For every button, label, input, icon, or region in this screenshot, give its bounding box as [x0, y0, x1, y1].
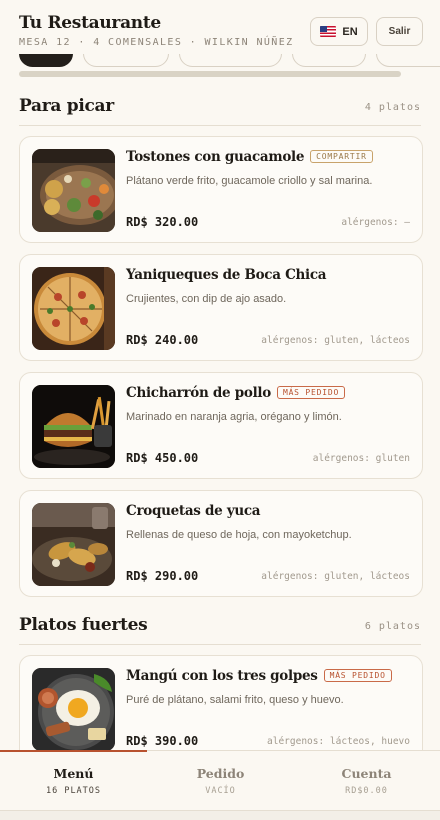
dish-image [32, 503, 115, 586]
dish-description: Crujientes, con dip de ajo asado. [126, 293, 287, 305]
section-header: Platos fuertes 6 platos [19, 615, 421, 645]
dish-image [32, 385, 115, 468]
tab-order[interactable]: Pedido VACÍO [147, 751, 294, 811]
category-pill[interactable] [376, 54, 440, 67]
bottom-safe-area [0, 810, 440, 820]
dish-card[interactable]: Tostones con guacamole COMPARTIR Plátano … [19, 136, 423, 243]
dish-name: Mangú con los tres golpes MÁS PEDIDO [126, 668, 392, 684]
dish-description: Puré de plátano, salami frito, queso y h… [126, 694, 344, 706]
dish-allergens: alérgenos: — [341, 217, 410, 228]
dish-description: Plátano verde frito, guacamole criollo y… [126, 175, 373, 187]
language-button[interactable]: EN [310, 17, 368, 46]
us-flag-icon [320, 26, 337, 37]
tab-menu[interactable]: Menú 16 PLATOS [0, 751, 147, 811]
dish-allergens: alérgenos: gluten [312, 453, 410, 464]
dish-price: RD$ 390.00 [126, 734, 199, 748]
dish-name: Yaniqueques de Boca Chica [126, 267, 327, 283]
tab-label: Pedido [196, 766, 245, 781]
tab-sublabel: VACÍO [205, 786, 236, 796]
dish-image [32, 149, 115, 232]
tab-label: Cuenta [341, 766, 392, 781]
section-header: Para picar 4 platos [19, 96, 421, 126]
section-title: Para picar [19, 96, 114, 116]
tab-label: Menú [53, 766, 94, 781]
dish-price: RD$ 320.00 [126, 215, 199, 229]
dish-description: Rellenas de queso de hoja, con mayoketch… [126, 529, 352, 541]
tab-sublabel: RD$0.00 [345, 786, 388, 796]
logout-button[interactable]: Salir [376, 17, 423, 46]
dish-description: Marinado en naranja agria, orégano y lim… [126, 411, 342, 423]
dish-allergens: alérgenos: gluten, lácteos [261, 571, 410, 582]
category-pills [0, 54, 440, 72]
tab-bill[interactable]: Cuenta RD$0.00 [293, 751, 440, 811]
app-header: Tu Restaurante MESA 12 · 4 COMENSALES · … [0, 0, 440, 62]
category-pill[interactable] [83, 54, 169, 67]
language-label: EN [342, 25, 358, 38]
dish-card[interactable]: Croquetas de yuca Rellenas de queso de h… [19, 490, 423, 597]
dish-allergens: alérgenos: gluten, lácteos [261, 335, 410, 346]
dish-name: Tostones con guacamole COMPARTIR [126, 149, 373, 165]
dish-price: RD$ 290.00 [126, 569, 199, 583]
table-info: MESA 12 · 4 COMENSALES · WILKIN NÚÑEZ [19, 37, 294, 48]
bottom-tab-bar: Menú 16 PLATOS Pedido VACÍO Cuenta RD$0.… [0, 750, 440, 810]
dish-card[interactable]: Mangú con los tres golpes MÁS PEDIDO Puré… [19, 655, 423, 762]
dish-allergens: alérgenos: lácteos, huevo [267, 736, 410, 747]
restaurant-name: Tu Restaurante [19, 13, 161, 33]
category-pill[interactable] [179, 54, 282, 67]
dish-image [32, 668, 115, 751]
dish-name: Croquetas de yuca [126, 503, 261, 519]
category-scrollbar[interactable] [19, 71, 401, 77]
dish-name: Chicharrón de pollo MÁS PEDIDO [126, 385, 346, 401]
popular-badge: MÁS PEDIDO [323, 669, 392, 682]
section-title: Platos fuertes [19, 615, 148, 635]
share-badge: COMPARTIR [310, 150, 373, 163]
popular-badge: MÁS PEDIDO [276, 386, 346, 399]
tab-sublabel: 16 PLATOS [45, 786, 102, 796]
dish-image [32, 267, 115, 350]
section-count: 6 platos [364, 621, 421, 632]
dish-card[interactable]: Yaniqueques de Boca Chica Crujientes, co… [19, 254, 423, 361]
dish-price: RD$ 240.00 [126, 333, 199, 347]
dish-price: RD$ 450.00 [126, 451, 199, 465]
section-count: 4 platos [364, 102, 421, 113]
dish-card[interactable]: Chicharrón de pollo MÁS PEDIDO Marinado e… [19, 372, 423, 479]
category-pill-active[interactable] [19, 54, 73, 67]
category-pill[interactable] [292, 54, 366, 67]
